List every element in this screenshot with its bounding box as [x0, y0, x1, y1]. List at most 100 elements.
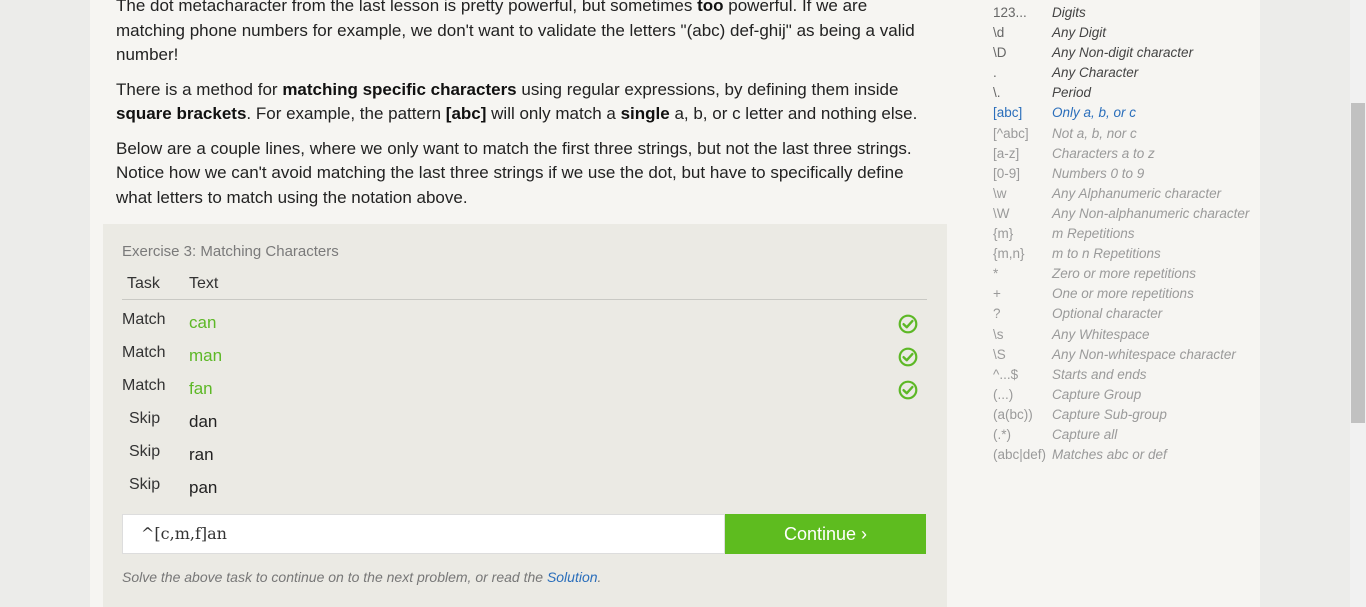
table-row: Match man: [122, 344, 927, 377]
cheatsheet-symbol: .: [993, 65, 997, 81]
cheatsheet-description: Any Non-alphanumeric character: [1052, 205, 1250, 221]
row-task: Skip: [129, 443, 161, 460]
cheatsheet-item[interactable]: \. Period: [993, 85, 1253, 105]
cheatsheet-symbol: ?: [993, 306, 1001, 322]
row-text: pan: [189, 478, 218, 497]
lesson-page: The dot metacharacter from the last less…: [90, 0, 1260, 607]
exercise-panel: Exercise 3: Matching Characters Task Tex…: [103, 224, 947, 607]
cheatsheet-item[interactable]: [a-z] Characters a to z: [993, 146, 1253, 166]
cheatsheet-item[interactable]: [^abc] Not a, b, nor c: [993, 126, 1253, 146]
lesson-content: The dot metacharacter from the last less…: [116, 0, 936, 220]
cheatsheet-symbol: [abc]: [993, 105, 1023, 121]
row-text: man: [189, 346, 223, 365]
cheatsheet-item[interactable]: . Any Character: [993, 65, 1253, 85]
table-row: Skip ran: [122, 443, 927, 476]
cheatsheet-description: Optional character: [1052, 306, 1163, 322]
cheatsheet-description: m to n Repetitions: [1052, 246, 1161, 262]
cheatsheet-symbol: \W: [993, 205, 1010, 221]
cheatsheet-item[interactable]: {m,n} m to n Repetitions: [993, 246, 1253, 266]
table-row: Match can: [122, 311, 927, 344]
cheatsheet-description: Digits: [1052, 5, 1086, 20]
cheatsheet-item[interactable]: ? Optional character: [993, 306, 1253, 326]
cheatsheet-description: One or more repetitions: [1052, 286, 1194, 302]
hint-suffix: .: [597, 569, 602, 585]
cheatsheet-description: Characters a to z: [1052, 145, 1155, 161]
cheatsheet-symbol: ^...$: [993, 366, 1019, 382]
cheatsheet-description: Any Whitespace: [1052, 326, 1150, 342]
cheatsheet-description: Numbers 0 to 9: [1052, 165, 1145, 181]
body-text: Below are a couple lines, where we only …: [116, 138, 912, 207]
column-header-text: Text: [189, 275, 219, 292]
cheatsheet-symbol: (.*): [993, 426, 1011, 442]
cheatsheet-symbol: (a(bc)): [993, 406, 1033, 422]
cheatsheet-symbol: {m}: [993, 226, 1014, 242]
emphasis-text: square brackets: [116, 104, 247, 123]
cheatsheet-symbol: (...): [993, 386, 1014, 402]
cheatsheet-description: Capture Sub-group: [1052, 406, 1167, 422]
body-text: . For example, the pattern: [246, 104, 446, 123]
lesson-paragraph-2: There is a method for matching specific …: [116, 78, 936, 127]
cheatsheet-symbol: +: [993, 286, 1001, 302]
cheatsheet-item[interactable]: 123... Digits: [993, 5, 1253, 25]
cheatsheet-item[interactable]: \s Any Whitespace: [993, 327, 1253, 347]
cheatsheet-description: Any Alphanumeric character: [1052, 185, 1222, 201]
hint-text: Solve the above task to continue on to t…: [122, 569, 601, 585]
solution-link[interactable]: Solution: [547, 569, 598, 585]
cheatsheet-item[interactable]: \w Any Alphanumeric character: [993, 186, 1253, 206]
cheatsheet-item[interactable]: [abc] Only a, b, or c: [993, 105, 1253, 125]
table-row: Skip dan: [122, 410, 927, 443]
cheatsheet-item[interactable]: \D Any Non-digit character: [993, 45, 1253, 65]
check-circle-icon: [898, 347, 918, 367]
table-row: Match fan: [122, 377, 927, 410]
scrollbar-thumb[interactable]: [1351, 103, 1365, 423]
exercise-table-header: Task Text: [122, 275, 927, 300]
cheatsheet-item[interactable]: ^...$ Starts and ends: [993, 367, 1253, 387]
cheatsheet-description: Period: [1052, 85, 1092, 101]
cheatsheet-symbol: 123...: [993, 5, 1027, 20]
body-text: using regular expressions, by defining t…: [516, 79, 899, 99]
emphasis-text: single: [620, 104, 670, 123]
cheatsheet-description: Zero or more repetitions: [1052, 266, 1197, 282]
cheatsheet-item[interactable]: \W Any Non-alphanumeric character: [993, 206, 1253, 226]
cheatsheet-description: Capture Group: [1052, 386, 1142, 402]
cheatsheet-item[interactable]: (...) Capture Group: [993, 387, 1253, 407]
cheatsheet-item[interactable]: * Zero or more repetitions: [993, 266, 1253, 286]
emphasis-text: matching specific characters: [282, 79, 517, 99]
cheatsheet-symbol: [a-z]: [993, 145, 1020, 161]
cheatsheet-symbol: (abc|def): [993, 447, 1047, 463]
lesson-paragraph-1: The dot metacharacter from the last less…: [116, 0, 936, 68]
body-text: a, b, or c letter and nothing else.: [669, 104, 918, 123]
cheatsheet-item[interactable]: {m} m Repetitions: [993, 226, 1253, 246]
cheatsheet-item[interactable]: (a(bc)) Capture Sub-group: [993, 407, 1253, 427]
cheatsheet-description: Capture all: [1052, 426, 1118, 442]
row-task: Skip: [129, 410, 161, 427]
continue-button[interactable]: Continue ›: [725, 514, 926, 554]
cheatsheet-item[interactable]: \S Any Non-whitespace character: [993, 347, 1253, 367]
cheatsheet-description: Any Digit: [1052, 25, 1107, 41]
cheatsheet-item[interactable]: [0-9] Numbers 0 to 9: [993, 166, 1253, 186]
cheatsheet-item[interactable]: (abc|def) Matches abc or def: [993, 447, 1253, 467]
table-row: Skip pan: [122, 476, 927, 509]
cheatsheet-symbol: [^abc]: [993, 125, 1029, 141]
column-header-task: Task: [127, 275, 160, 292]
cheatsheet-item[interactable]: (.*) Capture all: [993, 427, 1253, 447]
row-text: fan: [189, 379, 213, 398]
row-text: can: [189, 313, 217, 332]
row-task: Match: [122, 377, 166, 394]
hint-prefix: Solve the above task to continue on to t…: [122, 569, 547, 585]
cheatsheet-symbol: \S: [993, 346, 1006, 362]
cheatsheet-item[interactable]: + One or more repetitions: [993, 286, 1253, 306]
cheatsheet-description: m Repetitions: [1052, 226, 1135, 242]
cheatsheet-description: Any Non-whitespace character: [1052, 346, 1236, 362]
cheatsheet-symbol: *: [993, 266, 999, 282]
cheatsheet-item[interactable]: \d Any Digit: [993, 25, 1253, 45]
regex-answer-input[interactable]: ^[c,m,f]an: [122, 514, 725, 554]
cheatsheet-description: Any Non-digit character: [1052, 45, 1194, 61]
cheatsheet-description: Matches abc or def: [1052, 447, 1167, 463]
check-circle-icon: [898, 380, 918, 400]
cheatsheet-symbol: \D: [993, 45, 1007, 61]
exercise-title: Exercise 3: Matching Characters: [122, 243, 339, 260]
cheatsheet-symbol: {m,n}: [993, 246, 1025, 262]
vertical-scrollbar[interactable]: [1350, 0, 1366, 607]
cheatsheet-description: Starts and ends: [1052, 366, 1147, 382]
